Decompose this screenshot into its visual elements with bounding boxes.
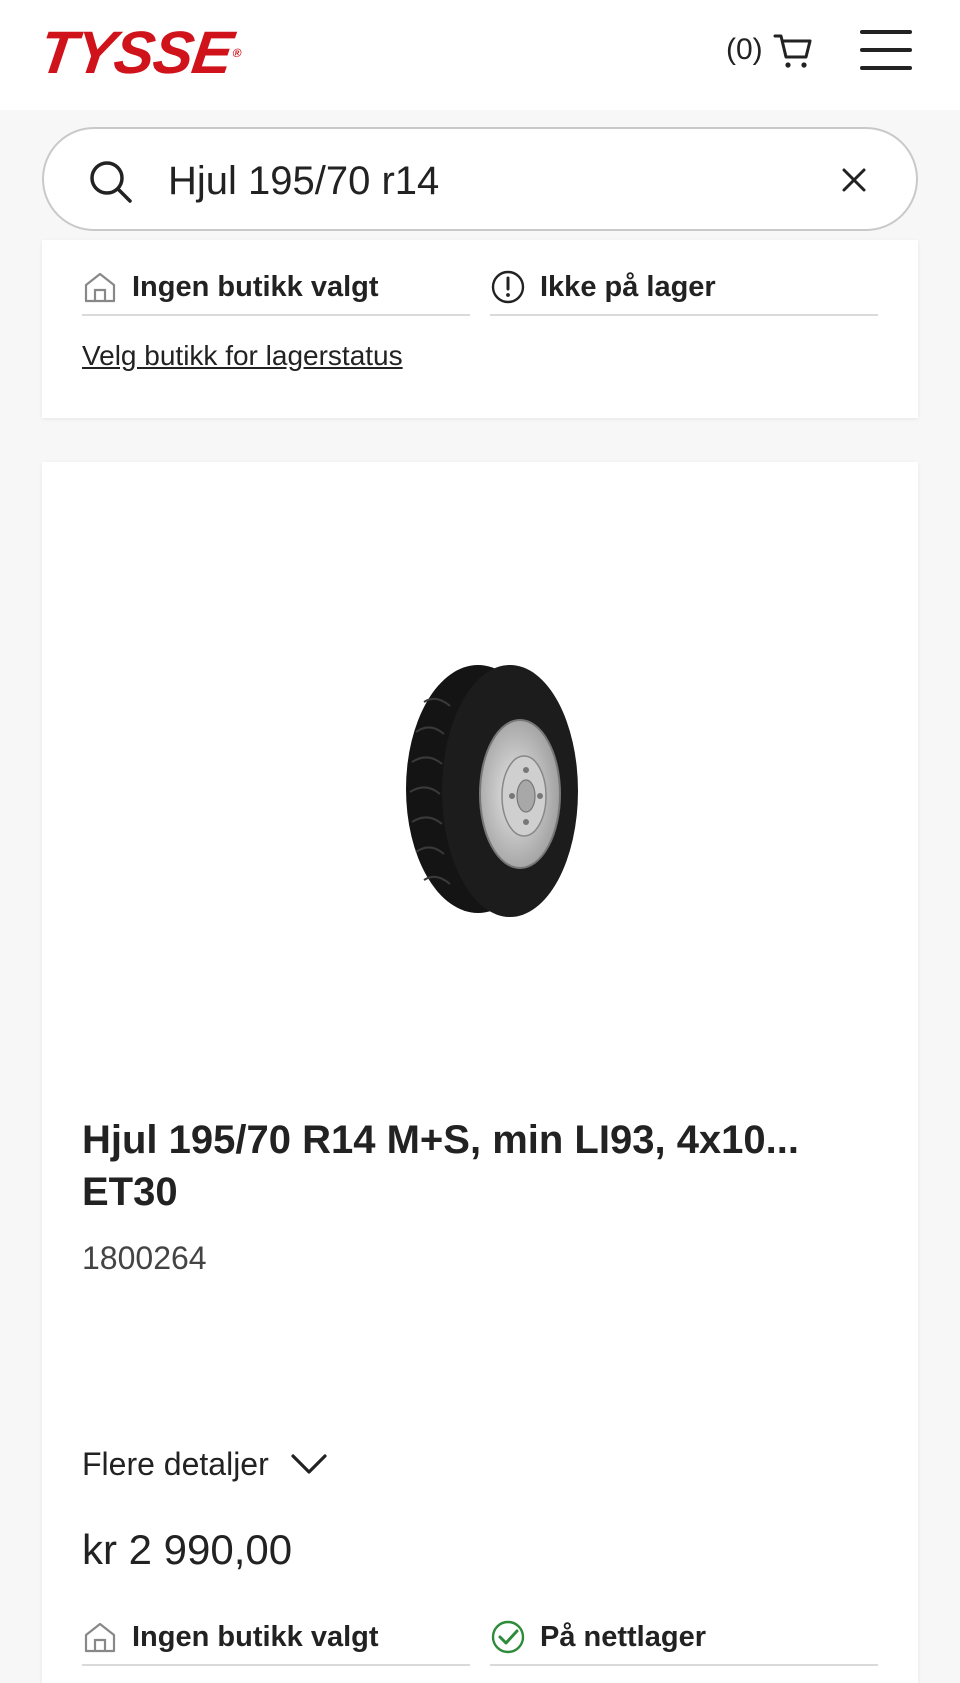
- header: TYSSE® (0): [0, 0, 960, 110]
- alert-circle-icon: [491, 270, 525, 304]
- store-icon: [84, 1622, 116, 1653]
- search-icon[interactable]: [88, 159, 134, 205]
- stock-status: Ikke på lager: [490, 260, 878, 316]
- online-stock-status: På nettlager: [490, 1610, 878, 1666]
- logo-text: TYSSE: [35, 19, 237, 86]
- hamburger-icon[interactable]: [860, 30, 912, 70]
- search-input[interactable]: [168, 153, 768, 209]
- product-card-previous: Ingen butikk valgt Ikke på lager Velg bu…: [42, 240, 918, 418]
- store-icon: [84, 272, 116, 303]
- tysse-logo[interactable]: TYSSE®: [35, 19, 244, 86]
- search-bar: [42, 127, 918, 231]
- more-details-label: Flere detaljer: [82, 1445, 269, 1482]
- product-title[interactable]: Hjul 195/70 R14 M+S, min LI93, 4x10... E…: [82, 1114, 862, 1218]
- cart-count: (0): [726, 33, 763, 66]
- store-status: Ingen butikk valgt: [82, 260, 470, 316]
- logo-registered-mark: ®: [231, 46, 242, 60]
- close-icon[interactable]: [840, 166, 868, 194]
- store-status-label: Ingen butikk valgt: [132, 270, 379, 303]
- product-store-status-label: Ingen butikk valgt: [132, 1620, 379, 1653]
- product-image-wheel[interactable]: [400, 662, 580, 920]
- product-price: kr 2 990,00: [82, 1526, 293, 1573]
- product-sku: 1800264: [82, 1240, 207, 1276]
- cart-button[interactable]: (0): [726, 28, 813, 72]
- cart-icon: [773, 34, 812, 68]
- page: TYSSE® (0) Hjul 195/70 r14 Ingen butikk …: [0, 0, 960, 1683]
- more-details-toggle[interactable]: Flere detaljer: [82, 1442, 329, 1486]
- select-store-link[interactable]: Velg butikk for lagerstatus: [82, 340, 403, 372]
- chevron-down-icon: [291, 1454, 327, 1474]
- online-stock-status-label: På nettlager: [540, 1620, 706, 1653]
- product-card[interactable]: Hjul 195/70 R14 M+S, min LI93, 4x10... E…: [42, 462, 918, 1683]
- stock-status-label: Ikke på lager: [540, 270, 716, 303]
- product-store-status: Ingen butikk valgt: [82, 1610, 470, 1666]
- check-circle-icon: [491, 1620, 525, 1654]
